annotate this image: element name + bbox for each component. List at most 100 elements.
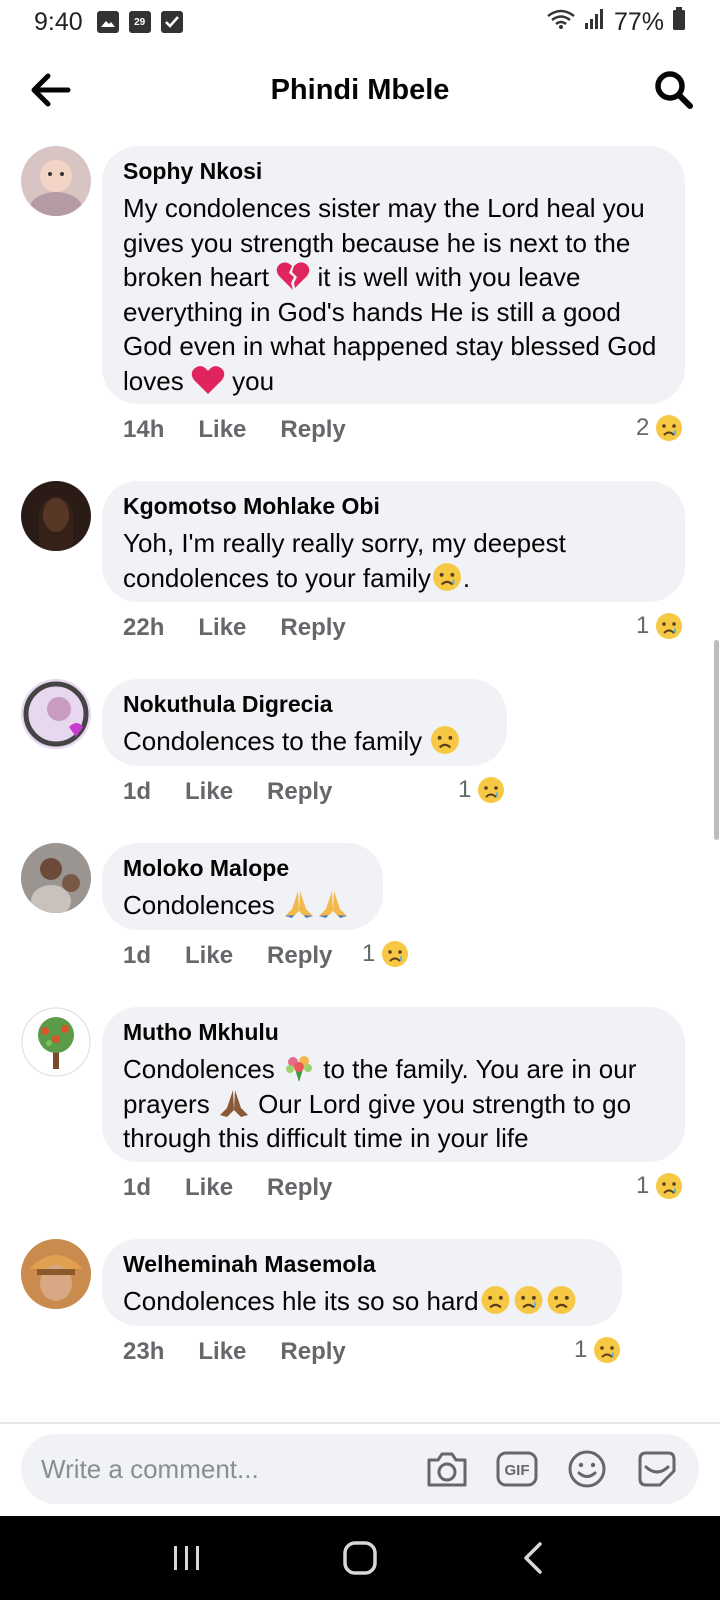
reaction-summary[interactable]: 1 <box>574 1336 621 1364</box>
arrow-left-icon <box>31 73 71 107</box>
comment-bubble[interactable]: Mutho Mkhulu Condolences to the family. … <box>102 1007 685 1162</box>
comment-bubble[interactable]: Nokuthula Digrecia Condolences to the fa… <box>102 679 507 766</box>
comment-text: Yoh, I'm really really sorry, my deepest… <box>123 528 566 593</box>
praying-hands-icon <box>319 891 347 918</box>
like-button[interactable]: Like <box>185 1174 233 1202</box>
like-button[interactable]: Like <box>198 416 246 444</box>
comment-author[interactable]: Sophy Nkosi <box>123 158 665 185</box>
reaction-summary[interactable]: 1 <box>458 776 505 804</box>
comment-meta: 23h Like Reply <box>123 1338 346 1366</box>
sticker-icon <box>638 1451 676 1487</box>
comment-time[interactable]: 1d <box>123 942 151 970</box>
comment-bubble[interactable]: Welheminah Masemola Condolences hle its … <box>102 1239 622 1326</box>
reply-button[interactable]: Reply <box>267 942 332 970</box>
back-button[interactable] <box>28 70 72 110</box>
comment-author[interactable]: Welheminah Masemola <box>123 1251 602 1278</box>
notification-icons: 29 <box>96 11 183 33</box>
comment-text: Condolences to the family. You are in ou… <box>123 1054 637 1153</box>
reaction-summary[interactable]: 1 <box>636 612 683 640</box>
svg-text:GIF: GIF <box>505 1462 530 1479</box>
comment-meta: 1d Like Reply <box>123 1174 332 1202</box>
comment-text: Condolences hle its so so hard <box>123 1284 602 1319</box>
crying-face-icon <box>656 415 683 441</box>
gif-button[interactable]: GIF <box>495 1447 539 1491</box>
comment-bubble[interactable]: Moloko Malope Condolences <box>102 843 383 930</box>
comment-bubble[interactable]: Kgomotso Mohlake Obi Yoh, I'm really rea… <box>102 481 685 602</box>
like-button[interactable]: Like <box>198 1338 246 1366</box>
crying-face-icon <box>478 777 505 803</box>
reply-button[interactable]: Reply <box>280 614 345 642</box>
comment-bubble[interactable]: Sophy Nkosi My condolences sister may th… <box>102 146 685 404</box>
avatar[interactable] <box>21 843 91 913</box>
comment-author[interactable]: Mutho Mkhulu <box>123 1019 665 1046</box>
comment-composer: GIF <box>21 1434 699 1504</box>
reaction-count: 2 <box>636 414 650 441</box>
comment-text: My condolences sister may the Lord heal … <box>123 193 657 396</box>
divider <box>0 1422 720 1424</box>
reaction-summary[interactable]: 2 <box>636 414 683 442</box>
comment-text: Condolences <box>123 888 363 923</box>
system-nav-bar <box>0 1516 720 1600</box>
sad-face-icon <box>547 1286 575 1314</box>
search-button[interactable] <box>652 68 696 112</box>
home-button[interactable] <box>330 1533 390 1583</box>
comment-time[interactable]: 1d <box>123 1174 151 1202</box>
recent-apps-icon <box>173 1546 199 1570</box>
sad-face-icon <box>431 726 460 754</box>
reply-button[interactable]: Reply <box>280 1338 345 1366</box>
reaction-summary[interactable]: 1 <box>362 940 409 968</box>
avatar[interactable] <box>21 1239 91 1309</box>
like-button[interactable]: Like <box>185 942 233 970</box>
like-button[interactable]: Like <box>198 614 246 642</box>
camera-button[interactable] <box>425 1447 469 1491</box>
comment-author[interactable]: Moloko Malope <box>123 855 363 882</box>
reaction-count: 1 <box>574 1336 588 1363</box>
back-nav-button[interactable] <box>503 1533 563 1583</box>
comment-time[interactable]: 14h <box>123 416 164 444</box>
like-button[interactable]: Like <box>185 778 233 806</box>
comment-author[interactable]: Nokuthula Digrecia <box>123 691 487 718</box>
home-icon <box>343 1541 377 1575</box>
comment-text: Condolences to the family <box>123 724 487 759</box>
battery-level: 77% <box>613 7 664 36</box>
emoji-button[interactable] <box>565 1447 609 1491</box>
search-icon <box>655 71 693 109</box>
calendar-icon: 29 <box>128 11 151 33</box>
reaction-summary[interactable]: 1 <box>636 1172 683 1200</box>
reaction-count: 1 <box>458 776 472 803</box>
avatar[interactable] <box>21 481 91 551</box>
crying-face-icon <box>514 1286 542 1314</box>
reply-button[interactable]: Reply <box>267 1174 332 1202</box>
sticker-button[interactable] <box>635 1447 679 1491</box>
page-title: Phindi Mbele <box>270 73 450 106</box>
recent-apps-button[interactable] <box>157 1533 217 1583</box>
header: Phindi Mbele <box>0 60 720 120</box>
crying-face-icon <box>432 562 461 591</box>
comment-time[interactable]: 1d <box>123 778 151 806</box>
comment-author[interactable]: Kgomotso Mohlake Obi <box>123 493 665 520</box>
reply-button[interactable]: Reply <box>267 778 332 806</box>
red-heart-icon <box>191 365 225 394</box>
comment-input[interactable] <box>41 1453 421 1485</box>
comment-time[interactable]: 22h <box>123 614 164 642</box>
composer-tools: GIF <box>425 1447 679 1491</box>
crying-face-icon <box>656 613 683 639</box>
comment-time[interactable]: 23h <box>123 1338 164 1366</box>
reply-button[interactable]: Reply <box>280 416 345 444</box>
avatar[interactable] <box>21 679 91 749</box>
bouquet-icon <box>286 1056 312 1082</box>
signal-icon <box>584 8 606 37</box>
scrollbar[interactable] <box>714 640 719 840</box>
comment-meta: 1d Like Reply <box>123 942 332 970</box>
gallery-icon <box>96 11 119 33</box>
status-bar: 9:40 29 77% <box>0 0 720 44</box>
reaction-count: 1 <box>636 612 650 639</box>
crying-face-icon <box>382 941 409 967</box>
reaction-count: 1 <box>636 1172 650 1199</box>
checkbox-icon <box>160 11 183 33</box>
avatar[interactable] <box>21 146 91 216</box>
comment-meta: 22h Like Reply <box>123 614 346 642</box>
comment-meta: 1d Like Reply <box>123 778 332 806</box>
gif-icon: GIF <box>496 1451 538 1487</box>
avatar[interactable] <box>21 1007 91 1077</box>
